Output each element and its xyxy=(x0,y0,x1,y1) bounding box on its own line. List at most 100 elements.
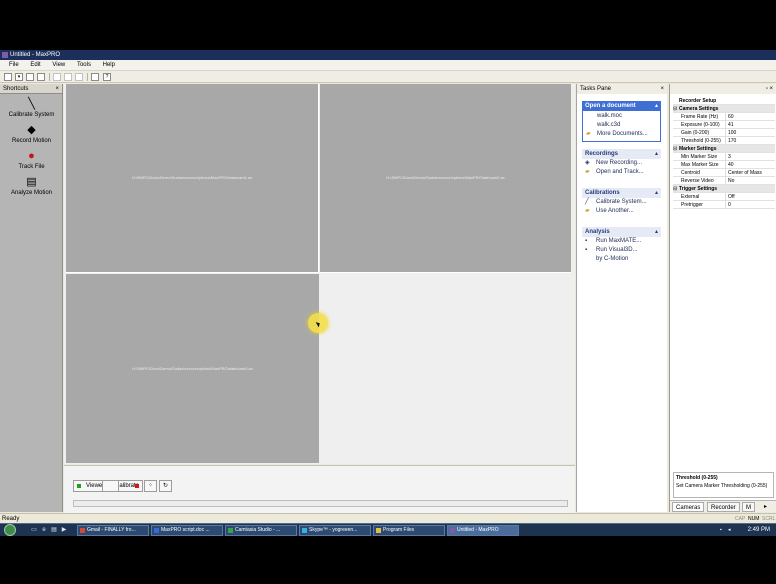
property-value[interactable]: 3 xyxy=(725,153,775,161)
print-icon[interactable] xyxy=(91,73,99,81)
collapse-icon[interactable]: ▴ xyxy=(655,227,658,237)
collapse-icon[interactable]: ⊟ xyxy=(673,105,677,113)
property-label: Min Marker Size xyxy=(681,154,718,160)
horizontal-scrollbar[interactable] xyxy=(73,500,568,507)
shortcut-track-file[interactable]: ● Track File xyxy=(0,150,63,170)
section-header[interactable]: Calibrations ▴ xyxy=(582,188,661,198)
collapse-icon[interactable]: ⊟ xyxy=(673,185,677,193)
task-link-run-maxmate[interactable]: ▪ Run MaxMATE... xyxy=(582,237,661,246)
start-button[interactable] xyxy=(4,524,16,536)
tab-scroll-icon[interactable]: ▸ xyxy=(764,503,767,510)
property-value[interactable]: 41 xyxy=(725,121,775,129)
app-icon: ▪ xyxy=(585,247,588,253)
task-link-walk-moc[interactable]: walk.moc xyxy=(583,112,660,121)
collapse-icon[interactable]: ▴ xyxy=(655,101,658,111)
property-value[interactable]: Center of Mass xyxy=(725,169,775,177)
property-label: Gain (0-200) xyxy=(681,130,710,136)
save-all-icon[interactable] xyxy=(37,73,45,81)
menu-tools[interactable]: Tools xyxy=(77,60,91,71)
property-value[interactable]: No xyxy=(725,177,775,185)
property-value[interactable]: Off xyxy=(725,193,775,201)
shortcut-record-motion[interactable]: ◆ Record Motion xyxy=(0,124,63,144)
control-panel: Viewer Calibrate ⁘ ↻ xyxy=(64,465,575,513)
tab-recorder[interactable]: Recorder xyxy=(707,502,740,512)
wand-icon: ╲ xyxy=(28,98,35,110)
section-header[interactable]: Recordings ▴ xyxy=(582,149,661,159)
close-icon[interactable]: × xyxy=(55,84,59,94)
property-label: External xyxy=(681,194,700,200)
property-row[interactable]: Exposure (0-100) 41 xyxy=(673,121,775,129)
section-header[interactable]: Analysis ▴ xyxy=(582,227,661,237)
pin-close-icon[interactable]: ▫ × xyxy=(766,84,773,94)
property-value[interactable]: 0 xyxy=(725,201,775,209)
menu-view[interactable]: View xyxy=(52,60,65,71)
taskbar-button-program-files[interactable]: Program Files xyxy=(373,525,445,536)
group-trigger-settings[interactable]: ⊟ Trigger Settings xyxy=(673,185,775,193)
tab-m[interactable]: M xyxy=(742,502,755,512)
property-row[interactable]: Centroid Center of Mass xyxy=(673,169,775,177)
task-link-new-recording[interactable]: ◈ New Recording... xyxy=(582,159,661,168)
taskbar-button-maxpro[interactable]: Untitled - MaxPRO xyxy=(447,525,519,536)
task-link-run-visual3d[interactable]: ▪ Run Visual3D... xyxy=(582,246,661,255)
taskbar-button-gmail[interactable]: Gmail - FINALLY fro... xyxy=(77,525,149,536)
camera-view-3[interactable]: H:\SMPC\Docs\Demo\Sudas\xxxxxxx\ptions\M… xyxy=(66,274,319,463)
taskbar-button-camtasia[interactable]: Camtasia Studio - ... xyxy=(225,525,297,536)
property-row[interactable]: Pretrigger 0 xyxy=(673,201,775,209)
task-link-use-another[interactable]: ▰ Use Another... xyxy=(582,207,661,216)
app-icon xyxy=(2,52,8,58)
property-row[interactable]: External Off xyxy=(673,193,775,201)
close-icon[interactable]: × xyxy=(660,84,664,94)
property-row[interactable]: Frame Rate (Hz) 60 xyxy=(673,113,775,121)
property-value[interactable]: 170 xyxy=(725,137,775,145)
open-folder-icon[interactable]: ▾ xyxy=(15,73,23,81)
camera-workspace: H:\SMPC\Docs\Demo\Sudas\xxxxxxx\ptions\M… xyxy=(64,84,575,464)
quicklaunch-desktop-icon[interactable]: ▭ xyxy=(30,526,38,534)
copy-icon[interactable] xyxy=(64,73,72,81)
recorder-setup-panel: ▫ × Recorder Setup ⊟ Camera Settings Fram… xyxy=(669,84,776,512)
collapse-icon[interactable]: ▴ xyxy=(655,188,658,198)
task-link-more-documents[interactable]: ▰ More Documents... xyxy=(583,130,660,139)
markers-icon[interactable]: ⁘ xyxy=(144,480,157,492)
property-row[interactable]: Threshold (0-255) 170 xyxy=(673,137,775,145)
group-title: Camera Settings xyxy=(679,106,719,112)
quicklaunch-ie-icon[interactable]: e xyxy=(40,526,48,534)
property-value[interactable]: 40 xyxy=(725,161,775,169)
shortcut-analyze-motion[interactable]: ▤ Analyze Motion xyxy=(0,176,63,196)
quicklaunch-explorer-icon[interactable]: ▤ xyxy=(50,526,58,534)
tray-network-icon[interactable]: ▪ xyxy=(720,524,722,536)
cut-icon[interactable] xyxy=(53,73,61,81)
tray-volume-icon[interactable]: ◂ xyxy=(728,524,731,536)
tab-cameras[interactable]: Cameras xyxy=(672,502,705,512)
property-value[interactable]: 100 xyxy=(725,129,775,137)
camera-view-2[interactable]: H:\SMPC\Docs\Demo\Sudas\xxxxxxx\ptions\M… xyxy=(320,84,571,273)
collapse-icon[interactable]: ▴ xyxy=(655,149,658,159)
clock[interactable]: 2:49 PM xyxy=(748,524,770,536)
task-link-open-and-track[interactable]: ▰ Open and Track... xyxy=(582,168,661,177)
menu-file[interactable]: File xyxy=(9,60,19,71)
toolbar-separator xyxy=(49,73,50,81)
taskbar-button-word[interactable]: MaxPRO script.doc ... xyxy=(151,525,223,536)
paste-icon[interactable] xyxy=(75,73,83,81)
collapse-icon[interactable]: ⊟ xyxy=(673,145,677,153)
camera-view-1[interactable]: H:\SMPC\Docs\Demo\Sudas\xxxxxxx\ptions\M… xyxy=(66,84,319,273)
group-camera-settings[interactable]: ⊟ Camera Settings xyxy=(673,105,775,113)
section-header[interactable]: Open a document ▴ xyxy=(582,101,661,111)
property-row[interactable]: Reverse Video No xyxy=(673,177,775,185)
group-marker-settings[interactable]: ⊟ Marker Settings xyxy=(673,145,775,153)
quicklaunch-media-icon[interactable]: ▶ xyxy=(60,526,68,534)
property-row[interactable]: Max Marker Size 40 xyxy=(673,161,775,169)
property-row[interactable]: Min Marker Size 3 xyxy=(673,153,775,161)
taskbar-button-skype[interactable]: Skype™ - yogreeen... xyxy=(299,525,371,536)
new-document-icon[interactable] xyxy=(4,73,12,81)
camera-view-path: H:\SMPC\Docs\Demo\Sudas\xxxxxxx\ptions\M… xyxy=(132,365,253,371)
property-row[interactable]: Gain (0-200) 100 xyxy=(673,129,775,137)
shortcut-calibrate-system[interactable]: ╲ Calibrate System xyxy=(0,98,63,118)
task-link-calibrate-system[interactable]: ╱ Calibrate System... xyxy=(582,198,661,207)
help-icon[interactable]: ? xyxy=(103,73,111,81)
property-value[interactable]: 60 xyxy=(725,113,775,121)
save-icon[interactable] xyxy=(26,73,34,81)
task-link-walk-c3d[interactable]: walk.c3d xyxy=(583,121,660,130)
menu-edit[interactable]: Edit xyxy=(30,60,40,71)
refresh-icon[interactable]: ↻ xyxy=(159,480,172,492)
menu-help[interactable]: Help xyxy=(103,60,115,71)
